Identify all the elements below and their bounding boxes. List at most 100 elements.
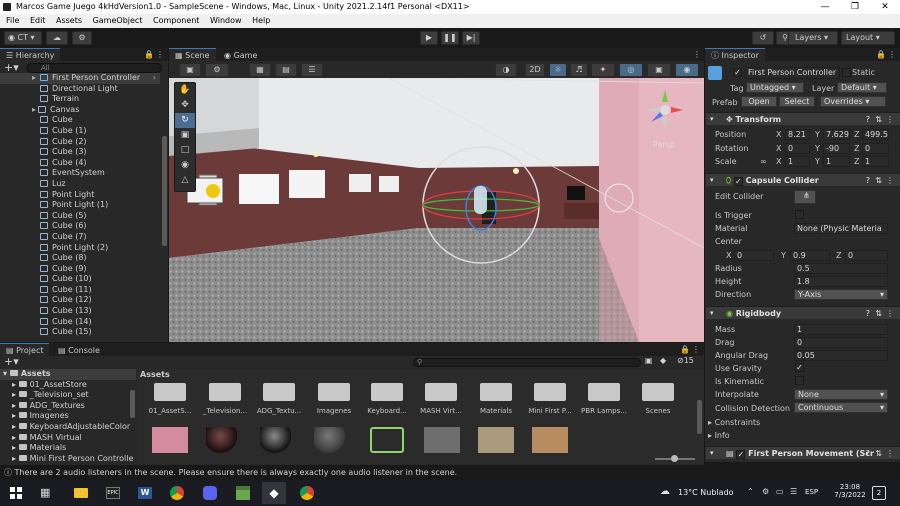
settings-tray-icon[interactable]: ⚙ (762, 487, 769, 496)
center-z-field[interactable]: 0 (845, 250, 888, 261)
create-asset-icon[interactable]: +▾ (4, 356, 19, 368)
account-dropdown[interactable]: ◉ CT ▾ (4, 31, 42, 45)
folder-icon[interactable] (318, 383, 350, 401)
epic-games-icon[interactable]: EPIC (106, 487, 120, 499)
clock[interactable]: 23:08 7/3/2022 (834, 483, 866, 499)
list-item[interactable]: Cube (3) (0, 147, 160, 158)
panel-menu-icon[interactable]: ⋮ (692, 343, 700, 356)
folder-icon[interactable] (209, 383, 241, 401)
weather-text[interactable]: 13°C Nublado (678, 488, 734, 497)
shading-icon[interactable]: ◑ (495, 63, 517, 77)
effects-icon[interactable]: ✦ (591, 63, 615, 77)
preset-icon[interactable]: ⇅ (875, 307, 882, 320)
static-checkbox[interactable] (842, 68, 851, 77)
is-trigger-checkbox[interactable] (795, 210, 804, 219)
list-item[interactable]: Cube (7) (0, 232, 160, 243)
task-view-icon[interactable]: ▦ (40, 486, 50, 499)
grid-icon[interactable]: ▦ (249, 63, 271, 77)
scene-viewport[interactable]: ✋ ✥ ↻ ▣ □ ◉ △ Persp (169, 78, 704, 342)
component-menu-icon[interactable]: ⋮ (886, 447, 894, 460)
visibility-icon[interactable]: ◎ (619, 63, 643, 77)
slider-handle[interactable] (671, 455, 678, 462)
object-name-field[interactable]: First Person Controller (745, 67, 840, 79)
tree-item[interactable]: ▸ KeyboardAdjustableColor (0, 422, 136, 433)
use-gravity-checkbox[interactable]: ✓ (795, 363, 804, 372)
list-item[interactable]: Cube (14) (0, 317, 160, 328)
expand-arrow-icon[interactable]: ▸ (32, 105, 36, 114)
cloud-icon[interactable]: ☁ (46, 31, 68, 45)
component-menu-icon[interactable]: ⋮ (886, 307, 894, 320)
rigidbody-header[interactable]: ▾ ◉ Rigidbody? ⇅ ⋮ (706, 306, 900, 319)
rotation-x-field[interactable]: 0 (785, 143, 810, 154)
active-checkbox[interactable]: ✓ (733, 68, 742, 77)
shader-thumbnail[interactable] (370, 427, 404, 453)
folder-icon[interactable] (642, 383, 674, 401)
component-menu-icon[interactable]: ⋮ (886, 113, 894, 126)
link-icon[interactable]: ∞ (760, 157, 767, 166)
menu-window[interactable]: Window (210, 16, 242, 25)
info-foldout[interactable]: ▸ Info (708, 431, 730, 440)
scale-x-field[interactable]: 1 (785, 156, 810, 167)
list-item[interactable]: Cube (0, 115, 160, 126)
list-item[interactable]: Cube (4) (0, 158, 160, 169)
list-item[interactable]: ▸ First Person Controller › (0, 73, 160, 84)
menu-assets[interactable]: Assets (56, 16, 82, 25)
tree-item[interactable]: ▸ Imagenes (0, 411, 136, 422)
panel-menu-icon[interactable]: ⋮ (693, 48, 701, 61)
list-item[interactable]: Cube (11) (0, 285, 160, 296)
folder-icon[interactable] (371, 383, 403, 401)
pause-button[interactable]: ❚❚ (441, 31, 459, 45)
step-button[interactable]: ▶| (462, 31, 480, 45)
menu-help[interactable]: Help (252, 16, 270, 25)
position-z-field[interactable]: 499.5 (862, 129, 889, 140)
texture-thumbnail[interactable] (424, 427, 460, 453)
file-explorer-icon[interactable] (74, 488, 88, 498)
folder-icon[interactable] (588, 383, 620, 401)
hand-tool-icon[interactable]: ✋ (175, 83, 195, 98)
orientation-gizmo[interactable] (645, 88, 685, 128)
component-menu-icon[interactable]: ⋮ (886, 174, 894, 187)
folder-icon[interactable] (263, 383, 295, 401)
scale-z-field[interactable]: 1 (862, 156, 889, 167)
history-icon[interactable]: ↺ (752, 31, 774, 45)
move-tool-icon[interactable]: ✥ (175, 98, 195, 113)
list-item[interactable]: ▸ Canvas (0, 105, 160, 116)
position-x-field[interactable]: 8.21 (785, 129, 810, 140)
tree-item[interactable]: ▸ Materials (0, 443, 136, 454)
tree-item[interactable]: ▾ Assets (0, 369, 136, 380)
list-item[interactable]: Cube (5) (0, 211, 160, 222)
overrides-dropdown[interactable]: Overrides ▾ (820, 96, 886, 107)
tab-console[interactable]: ▤ Console (52, 344, 106, 357)
interpolate-dropdown[interactable]: None ▾ (794, 389, 888, 400)
lock-icon[interactable]: 🔒 (680, 343, 690, 356)
layout-dropdown[interactable]: Layout ▾ (841, 31, 895, 45)
hierarchy-search-input[interactable]: All (26, 63, 162, 73)
unity-taskbar-button[interactable]: ◆ (262, 482, 286, 504)
maximize-button[interactable]: ❐ (840, 0, 870, 14)
folder-icon[interactable] (480, 383, 512, 401)
drag-field[interactable]: 0 (794, 337, 888, 348)
menu-component[interactable]: Component (153, 16, 199, 25)
status-bar[interactable]: ⓘ There are 2 audio listeners in the sce… (0, 466, 900, 480)
audio-icon[interactable]: ♬ (570, 63, 588, 77)
filter-label-icon[interactable]: ◆ (660, 356, 666, 365)
minecraft-icon[interactable] (236, 486, 250, 500)
word-icon[interactable]: W (138, 487, 152, 499)
list-item[interactable]: Cube (2) (0, 137, 160, 148)
image-thumbnail[interactable] (152, 427, 188, 453)
language-indicator[interactable]: ESP (805, 488, 818, 496)
scale-tool-icon[interactable]: ▣ (175, 128, 195, 143)
help-icon[interactable]: ? (866, 174, 870, 187)
constraints-foldout[interactable]: ▸ Constraints (708, 418, 760, 427)
hidden-packages-badge[interactable]: ⊘15 (677, 356, 694, 365)
list-item[interactable]: Cube (10) (0, 274, 160, 285)
tab-hierarchy[interactable]: ☰ Hierarchy (0, 48, 61, 61)
folder-icon[interactable] (534, 383, 566, 401)
list-item[interactable]: Cube (13) (0, 306, 160, 317)
texture-thumbnail[interactable] (478, 427, 514, 453)
battery-icon[interactable]: ▭ (776, 487, 784, 496)
list-item[interactable]: Terrain (0, 94, 160, 105)
is-kinematic-checkbox[interactable] (795, 376, 804, 385)
help-icon[interactable]: ? (866, 307, 870, 320)
tab-inspector[interactable]: ⓘ Inspector (705, 48, 765, 61)
